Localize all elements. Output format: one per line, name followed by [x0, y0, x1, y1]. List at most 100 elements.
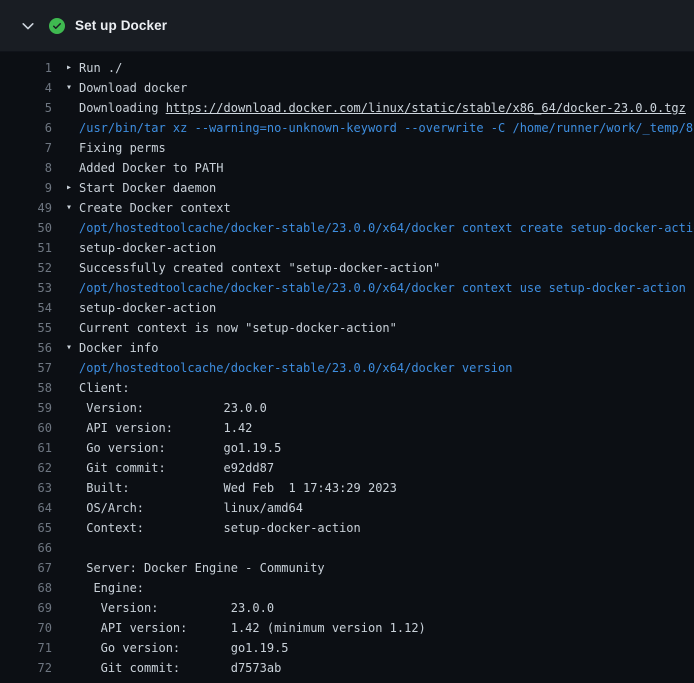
- line-text: Added Docker to PATH: [79, 158, 224, 178]
- line-number[interactable]: 70: [0, 618, 52, 638]
- line-number[interactable]: 1: [0, 58, 52, 78]
- line-number[interactable]: 8: [0, 158, 52, 178]
- line-number[interactable]: 66: [0, 538, 52, 558]
- line-number[interactable]: 58: [0, 378, 52, 398]
- line-number[interactable]: 9: [0, 178, 52, 198]
- marker-spacer: [66, 118, 79, 138]
- marker-spacer: [66, 418, 79, 438]
- line-number[interactable]: 54: [0, 298, 52, 318]
- line-text: /opt/hostedtoolcache/docker-stable/23.0.…: [79, 218, 694, 238]
- line-number[interactable]: 68: [0, 578, 52, 598]
- command-text: /opt/hostedtoolcache/docker-stable/23.0.…: [79, 281, 686, 295]
- line-text: Context: setup-docker-action: [79, 518, 361, 538]
- line-number[interactable]: 72: [0, 658, 52, 678]
- line-text: Download docker: [79, 78, 187, 98]
- plain-text: Go version: go1.19.5: [79, 441, 281, 455]
- log-group-line[interactable]: 9 ▸Start Docker daemon: [0, 178, 694, 198]
- plain-text: Server: Docker Engine - Community: [79, 561, 325, 575]
- line-number[interactable]: 53: [0, 278, 52, 298]
- line-number[interactable]: 5: [0, 98, 52, 118]
- line-number[interactable]: 67: [0, 558, 52, 578]
- line-number[interactable]: 65: [0, 518, 52, 538]
- line-text: Version: 23.0.0: [79, 398, 267, 418]
- marker-spacer: [66, 98, 79, 118]
- marker-spacer: [66, 498, 79, 518]
- group-collapsed-icon[interactable]: ▸: [66, 58, 79, 78]
- line-number[interactable]: 49: [0, 198, 52, 218]
- command-text: /opt/hostedtoolcache/docker-stable/23.0.…: [79, 221, 694, 235]
- plain-text: setup-docker-action: [79, 301, 216, 315]
- marker-spacer: [66, 518, 79, 538]
- line-number[interactable]: 63: [0, 478, 52, 498]
- line-number[interactable]: 55: [0, 318, 52, 338]
- log-line: 62 Git commit: e92dd87: [0, 458, 694, 478]
- line-number[interactable]: 64: [0, 498, 52, 518]
- line-text: Git commit: d7573ab: [79, 658, 281, 678]
- line-number[interactable]: 62: [0, 458, 52, 478]
- step-title: Set up Docker: [75, 18, 167, 33]
- line-text: API version: 1.42: [79, 418, 252, 438]
- log-line: 70 API version: 1.42 (minimum version 1.…: [0, 618, 694, 638]
- line-text: Server: Docker Engine - Community: [79, 558, 325, 578]
- log-line: 50/opt/hostedtoolcache/docker-stable/23.…: [0, 218, 694, 238]
- step-header[interactable]: Set up Docker: [0, 0, 694, 52]
- group-expanded-icon[interactable]: ▾: [66, 78, 79, 98]
- line-number[interactable]: 4: [0, 78, 52, 98]
- log-line: 57/opt/hostedtoolcache/docker-stable/23.…: [0, 358, 694, 378]
- log-line: 60 API version: 1.42: [0, 418, 694, 438]
- plain-text: setup-docker-action: [79, 241, 216, 255]
- line-number[interactable]: 60: [0, 418, 52, 438]
- marker-spacer: [66, 658, 79, 678]
- plain-text: Fixing perms: [79, 141, 166, 155]
- plain-text: Successfully created context "setup-dock…: [79, 261, 440, 275]
- line-number[interactable]: 69: [0, 598, 52, 618]
- log-line: 67 Server: Docker Engine - Community: [0, 558, 694, 578]
- line-number[interactable]: 61: [0, 438, 52, 458]
- line-number[interactable]: 6: [0, 118, 52, 138]
- log-line: 68 Engine:: [0, 578, 694, 598]
- line-number[interactable]: 52: [0, 258, 52, 278]
- marker-spacer: [66, 278, 79, 298]
- log-lines: 1▸Run ./4▾Download docker5Downloading ht…: [0, 52, 694, 678]
- line-number[interactable]: 50: [0, 218, 52, 238]
- line-number[interactable]: 7: [0, 138, 52, 158]
- line-text: /opt/hostedtoolcache/docker-stable/23.0.…: [79, 358, 512, 378]
- log-line: 58 Client:: [0, 378, 694, 398]
- log-group-line[interactable]: 56 ▾Docker info: [0, 338, 694, 358]
- log-line: 51 setup-docker-action: [0, 238, 694, 258]
- line-number[interactable]: 59: [0, 398, 52, 418]
- log-link[interactable]: https://download.docker.com/linux/static…: [166, 101, 686, 115]
- log-line: 69 Version: 23.0.0: [0, 598, 694, 618]
- line-text: API version: 1.42 (minimum version 1.12): [79, 618, 426, 638]
- line-number[interactable]: 51: [0, 238, 52, 258]
- log-group-line[interactable]: 49 ▾Create Docker context: [0, 198, 694, 218]
- line-text: Fixing perms: [79, 138, 166, 158]
- log-line: 66: [0, 538, 694, 558]
- plain-text: Create Docker context: [79, 201, 231, 215]
- marker-spacer: [66, 578, 79, 598]
- plain-text: Client:: [79, 381, 130, 395]
- line-number[interactable]: 56: [0, 338, 52, 358]
- line-text: Git commit: e92dd87: [79, 458, 274, 478]
- marker-spacer: [66, 638, 79, 658]
- group-expanded-icon[interactable]: ▾: [66, 198, 79, 218]
- group-expanded-icon[interactable]: ▾: [66, 338, 79, 358]
- line-text: OS/Arch: linux/amd64: [79, 498, 303, 518]
- plain-text: Download docker: [79, 81, 187, 95]
- log-line: 54 setup-docker-action: [0, 298, 694, 318]
- chevron-down-icon[interactable]: [20, 18, 36, 34]
- plain-text: OS/Arch: linux/amd64: [79, 501, 303, 515]
- plain-text: Run ./: [79, 61, 122, 75]
- line-text: Run ./: [79, 58, 122, 78]
- line-number[interactable]: 71: [0, 638, 52, 658]
- log-group-line[interactable]: 4 ▾Download docker: [0, 78, 694, 98]
- line-text: Current context is now "setup-docker-act…: [79, 318, 397, 338]
- line-text: Start Docker daemon: [79, 178, 216, 198]
- plain-text: Context: setup-docker-action: [79, 521, 361, 535]
- plain-text: Docker info: [79, 341, 158, 355]
- group-collapsed-icon[interactable]: ▸: [66, 178, 79, 198]
- line-number[interactable]: 57: [0, 358, 52, 378]
- marker-spacer: [66, 558, 79, 578]
- log-group-line[interactable]: 1 ▸Run ./: [0, 58, 694, 78]
- line-text: Successfully created context "setup-dock…: [79, 258, 440, 278]
